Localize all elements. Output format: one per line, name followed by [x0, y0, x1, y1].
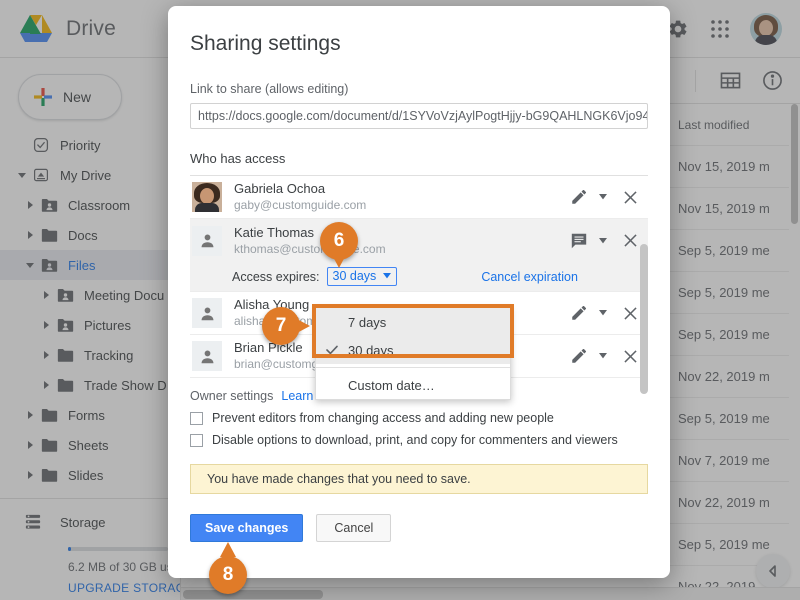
sharing-settings-dialog: Sharing settings Link to share (allows e… — [168, 6, 670, 578]
person-name: Katie Thomas — [234, 224, 314, 240]
remove-person-button[interactable] — [614, 183, 646, 211]
checkbox[interactable] — [190, 433, 203, 447]
pencil-icon[interactable] — [566, 300, 592, 326]
checkbox-label: Prevent editors from changing access and… — [212, 411, 554, 425]
callout-6: 6 — [320, 222, 358, 268]
person-icon — [192, 226, 222, 256]
expiration-dropdown-menu: 7 days 30 days Custom date… — [315, 307, 511, 400]
checkbox-label: Disable options to download, print, and … — [212, 433, 618, 447]
owner-settings-title: Owner settings — [190, 389, 274, 403]
dropdown-option-30-days[interactable]: 30 days — [316, 336, 510, 364]
comment-icon[interactable] — [566, 228, 592, 254]
person-icon — [192, 298, 222, 328]
dropdown-option-custom-date[interactable]: Custom date… — [316, 371, 510, 399]
unsaved-changes-notice: You have made changes that you need to s… — [190, 464, 648, 494]
chevron-down-icon[interactable] — [596, 194, 610, 200]
dialog-title: Sharing settings — [190, 32, 341, 55]
pencil-icon[interactable] — [566, 184, 592, 210]
person-email: kthomas@customguide.com — [234, 241, 386, 256]
link-to-share-label: Link to share (allows editing) — [190, 82, 349, 96]
cancel-expiration-link[interactable]: Cancel expiration — [481, 270, 578, 284]
person-icon — [192, 341, 222, 371]
people-list-scrollbar[interactable] — [640, 244, 648, 394]
list-item[interactable]: Gabriela Ochoa gaby@customguide.com — [190, 176, 648, 219]
checkbox-row-prevent-editors[interactable]: Prevent editors from changing access and… — [190, 411, 648, 425]
screen: Drive New Priority My Drive Classroom Do… — [0, 0, 800, 600]
person-controls — [566, 227, 648, 255]
avatar — [192, 341, 222, 371]
person-name: Gabriela Ochoa — [234, 181, 326, 196]
access-expires-label: Access expires: — [232, 269, 320, 284]
person-email: gaby@customguide.com — [234, 198, 367, 212]
dropdown-divider — [316, 367, 510, 368]
avatar — [192, 225, 222, 256]
callout-tail — [295, 318, 310, 334]
dropdown-option-label: Custom date… — [348, 377, 435, 393]
avatar — [192, 182, 222, 212]
person-controls — [566, 183, 648, 211]
person-controls — [566, 342, 648, 370]
check-icon — [326, 345, 348, 355]
cancel-button[interactable]: Cancel — [316, 514, 392, 542]
callout-tail — [220, 542, 236, 557]
callout-number: 8 — [209, 556, 247, 594]
share-link-input[interactable]: https://docs.google.com/document/d/1SYVo… — [190, 103, 648, 129]
access-expires-row: Access expires: 30 days Cancel expiratio… — [190, 262, 648, 292]
pencil-icon[interactable] — [566, 343, 592, 369]
chevron-down-icon[interactable] — [596, 237, 610, 244]
callout-7: 7 — [262, 307, 310, 345]
callout-8: 8 — [209, 542, 247, 594]
callout-tail — [331, 253, 347, 268]
avatar — [192, 298, 222, 328]
dropdown-option-7-days[interactable]: 7 days — [316, 308, 510, 336]
dropdown-option-label: 7 days — [348, 314, 387, 330]
person-meta: Katie Thomas kthomas@customguide.com — [222, 225, 566, 257]
dropdown-option-label: 30 days — [348, 342, 394, 358]
expiration-dropdown-button[interactable]: 30 days — [326, 267, 398, 286]
dialog-actions: Save changes Cancel — [190, 514, 648, 542]
person-controls — [566, 299, 648, 327]
person-meta: Gabriela Ochoa gaby@customguide.com — [222, 181, 566, 213]
chevron-down-icon[interactable] — [596, 310, 610, 316]
expiration-selected-value: 30 days — [332, 269, 377, 283]
save-changes-button[interactable]: Save changes — [190, 514, 304, 542]
who-has-access-label: Who has access — [190, 151, 286, 166]
list-item[interactable]: Katie Thomas kthomas@customguide.com — [190, 219, 648, 262]
checkbox[interactable] — [190, 411, 203, 425]
chevron-down-icon[interactable] — [596, 353, 610, 359]
checkbox-row-disable-download[interactable]: Disable options to download, print, and … — [190, 433, 648, 447]
